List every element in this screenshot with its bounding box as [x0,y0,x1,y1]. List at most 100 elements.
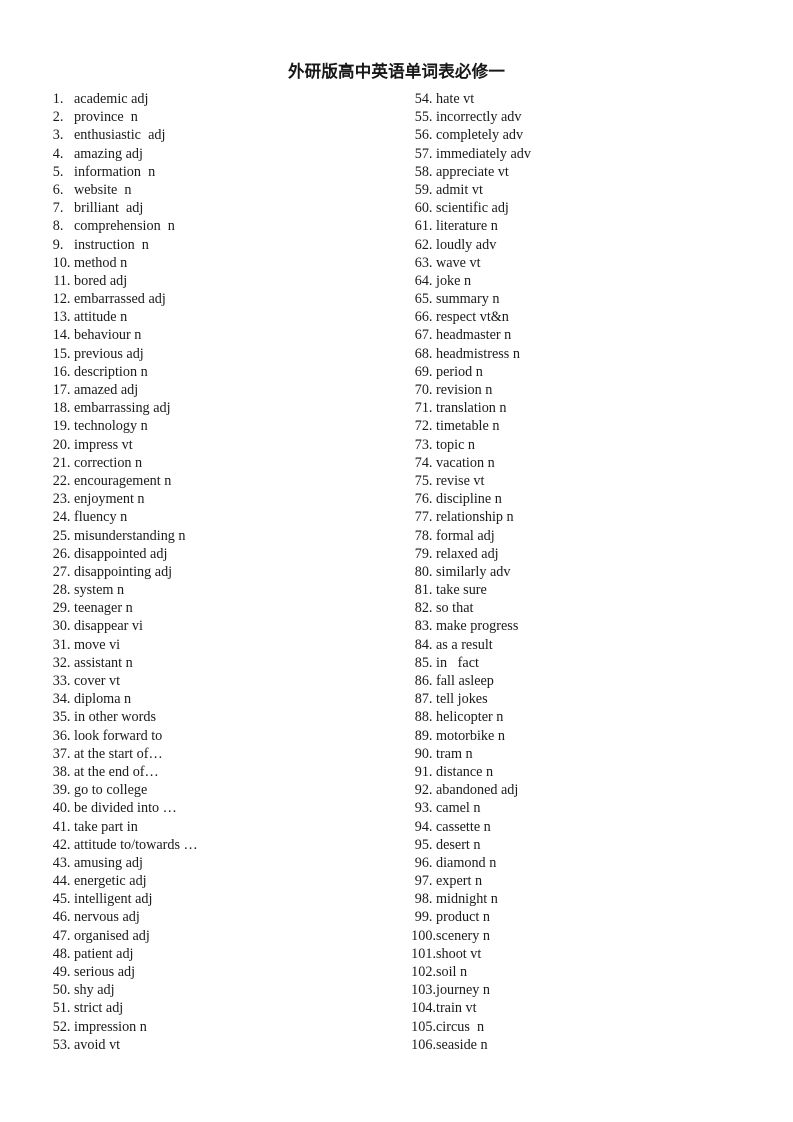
page-title: 外研版高中英语单词表必修一 [287,62,506,81]
word-item-number: 81. [414,582,436,599]
word-item-number: 54. [414,91,436,107]
word-item-number: 87. [414,691,436,708]
word-list-item: 59. admit vt [410,181,750,199]
word-item-number: 6. [52,181,74,198]
word-list-item: 33. cover vt [44,672,374,690]
word-item-number: 80. [414,563,436,580]
word-item-number: 44. [52,873,74,890]
word-item-text: journey n [436,982,490,999]
word-item-text: hate vt [436,91,475,107]
word-item-number: 66. [414,309,436,326]
word-list-item: 49. serious adj [44,963,374,981]
word-item-number: 7. [52,200,74,217]
word-list-item: 27. disappointing adj [44,563,374,581]
word-item-number: 96. [414,854,436,871]
word-item-number: 82. [414,600,436,617]
word-item-number: 68. [414,345,436,362]
word-item-number: 92. [414,782,436,799]
word-list-item: 75. revise vt [410,472,750,490]
word-item-text: circus n [436,1018,485,1035]
word-list-item: 53. avoid vt [44,1036,374,1054]
word-item-number: 61. [414,218,436,235]
word-list-item: 50. shy adj [44,981,374,999]
word-item-number: 95. [414,836,436,853]
word-item-number: 40. [52,800,74,817]
word-item-text: amazed adj [74,382,139,398]
word-list-item: 40. be divided into … [44,799,374,817]
word-item-text: timetable n [436,418,500,435]
word-item-number: 11. [53,272,74,289]
word-item-number: 32. [52,654,74,671]
word-item-number: 14. [52,327,74,344]
word-list-item: 30. disappear vi [44,617,374,635]
word-item-number: 105. [411,1018,436,1035]
word-item-text: soil n [436,964,468,980]
word-item-text: headmaster n [436,327,512,344]
word-item-number: 58. [414,163,436,180]
word-item-number: 78. [414,527,436,544]
word-item-number: 49. [52,964,74,980]
word-item-text: diploma n [74,691,132,708]
word-item-number: 42. [52,836,74,853]
word-item-number: 53. [52,1036,74,1053]
word-item-text: distance n [436,763,494,780]
word-list-item: 9. instruction n [44,236,374,254]
word-list-item: 4. amazing adj [44,145,374,163]
word-item-text: move vi [74,636,121,653]
word-list-item: 20. impress vt [44,436,374,454]
word-item-number: 2. [52,109,74,126]
word-list-item: 100. scenery n [410,927,750,945]
word-item-number: 69. [414,363,436,380]
word-list-item: 61. literature n [410,217,750,235]
word-item-number: 9. [52,236,74,253]
word-item-number: 8. [52,218,74,235]
word-item-text: take sure [436,582,487,599]
word-item-text: disappointed adj [74,545,168,562]
word-item-number: 103. [411,982,436,999]
word-list-item: 57. immediately adv [410,145,750,163]
word-item-number: 4. [52,145,74,162]
word-item-number: 56. [414,127,436,144]
word-list-item: 3. enthusiastic adj [44,126,374,144]
word-item-number: 31. [52,636,74,653]
word-item-text: literature n [436,218,498,235]
word-item-number: 3. [52,127,74,144]
word-item-text: nervous adj [74,909,140,926]
word-list-item: 47. organised adj [44,927,374,945]
word-list-item: 37. at the start of… [44,745,374,763]
word-item-number: 79. [414,545,436,562]
word-item-text: incorrectly adv [436,109,522,126]
word-list-item: 98. midnight n [410,890,750,908]
word-list-item: 42. attitude to/towards … [44,836,374,854]
word-list-item: 105. circus n [410,1018,750,1036]
word-list-item: 65. summary n [410,290,750,308]
word-item-number: 76. [414,491,436,508]
word-list-item: 22. encouragement n [44,472,374,490]
left-word-column: 1. academic adj 2. province n 3. enthusias… [44,90,374,1054]
word-item-number: 57. [414,145,436,162]
word-item-number: 86. [414,673,436,689]
word-item-number: 70. [414,382,436,398]
word-item-text: system n [74,582,125,599]
word-list-item: 67. headmaster n [410,326,750,344]
word-item-text: topic n [436,436,476,453]
word-item-number: 33. [52,673,74,689]
word-item-text: similarly adv [436,563,511,580]
word-item-text: joke n [436,272,472,289]
word-list-item: 14. behaviour n [44,326,374,344]
word-item-text: attitude to/towards … [74,836,198,853]
word-item-number: 13. [52,309,74,326]
word-item-number: 64. [414,272,436,289]
word-item-text: behaviour n [74,327,142,344]
word-list-item: 43. amusing adj [44,854,374,872]
word-item-text: in other words [74,709,156,726]
word-item-text: cassette n [436,818,491,835]
word-list-item: 85. in fact [410,654,750,672]
word-item-text: appreciate vt [436,163,509,180]
word-item-number: 16. [52,363,74,380]
word-item-text: tell jokes [436,691,488,708]
word-list-item: 76. discipline n [410,490,750,508]
word-item-number: 100. [411,927,436,944]
word-item-number: 75. [414,472,436,489]
word-list-item: 82. so that [410,599,750,617]
